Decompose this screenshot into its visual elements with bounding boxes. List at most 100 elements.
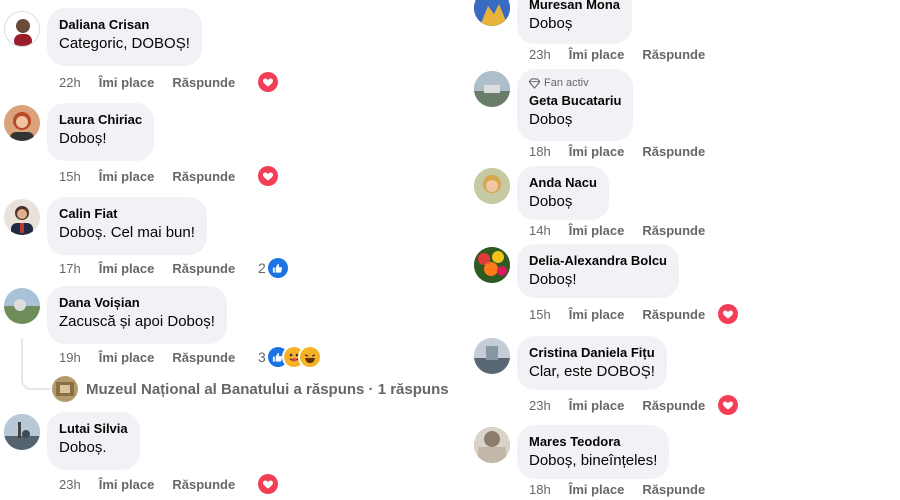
avatar[interactable] <box>474 0 510 26</box>
view-replies-link[interactable]: Muzeul Național al Banatului a răspuns ·… <box>52 376 449 402</box>
comment-time[interactable]: 23h <box>59 477 81 492</box>
like-button[interactable]: Îmi place <box>569 47 625 62</box>
comment-actions: 17h Îmi place Răspunde <box>59 258 235 278</box>
comment-bubble: Daliana Crisan Categoric, DOBOȘ! <box>47 8 202 66</box>
avatar[interactable] <box>4 199 40 235</box>
comment-time[interactable]: 19h <box>59 350 81 365</box>
comment-bubble: Calin Fiat Doboș. Cel mai bun! <box>47 197 207 255</box>
comment-actions: 18h Îmi place Răspunde <box>529 141 705 161</box>
comment-text: Doboș <box>529 111 573 128</box>
comment-text: Doboș! <box>529 271 577 288</box>
avatar[interactable] <box>4 11 40 47</box>
comment-actions: 22h Îmi place Răspunde <box>59 72 235 92</box>
reply-button[interactable]: Răspunde <box>642 47 705 62</box>
comment-text: Categoric, DOBOȘ! <box>59 35 190 52</box>
comment-author[interactable]: Cristina Daniela Fițu <box>529 344 655 361</box>
reactions[interactable] <box>718 395 738 415</box>
avatar[interactable] <box>4 288 40 324</box>
comment-actions: 19h Îmi place Răspunde <box>59 347 235 367</box>
like-button[interactable]: Îmi place <box>99 350 155 365</box>
diamond-icon <box>529 78 540 89</box>
like-button[interactable]: Îmi place <box>569 482 625 497</box>
heart-reaction-icon <box>258 474 278 494</box>
comment-text: Doboș. Cel mai bun! <box>59 224 195 241</box>
reply-button[interactable]: Răspunde <box>642 482 705 497</box>
reactions[interactable]: 3 <box>258 347 320 367</box>
comment-author[interactable]: Geta Bucatariu <box>529 92 621 109</box>
comment-bubble: Muresan Mona Doboș <box>517 0 633 44</box>
comment-actions: 18h Îmi place Răspunde <box>529 479 705 499</box>
thread-line <box>21 338 51 390</box>
comment-time[interactable]: 15h <box>59 169 81 184</box>
avatar[interactable] <box>474 168 510 204</box>
comment-time[interactable]: 23h <box>529 398 551 413</box>
comment-text: Doboș. <box>59 439 107 456</box>
avatar[interactable] <box>474 427 510 463</box>
comment-bubble: Cristina Daniela Fițu Clar, este DOBOȘ! <box>517 336 667 390</box>
heart-reaction-icon <box>258 166 278 186</box>
comment-actions: 23h Îmi place Răspunde <box>529 395 705 415</box>
like-button[interactable]: Îmi place <box>569 144 625 159</box>
comment-time[interactable]: 18h <box>529 482 551 497</box>
comment-text: Clar, este DOBOȘ! <box>529 363 655 380</box>
avatar[interactable] <box>474 71 510 107</box>
comment-author[interactable]: Dana Voișian <box>59 294 215 311</box>
comment-text: Doboș <box>529 15 573 32</box>
comment-text: Doboș! <box>59 130 107 147</box>
comment-bubble: Lutai Silvia Doboș. <box>47 412 140 470</box>
comment-text: Doboș, bineînțeles! <box>529 452 658 469</box>
reply-button[interactable]: Răspunde <box>172 261 235 276</box>
comment-author[interactable]: Calin Fiat <box>59 205 195 222</box>
comment-time[interactable]: 15h <box>529 307 551 322</box>
comment-bubble: Mares Teodora Doboș, bineînțeles! <box>517 425 670 479</box>
comment-time[interactable]: 17h <box>59 261 81 276</box>
heart-reaction-icon <box>258 72 278 92</box>
reply-button[interactable]: Răspunde <box>642 223 705 238</box>
reactions[interactable] <box>718 304 738 324</box>
reply-button[interactable]: Răspunde <box>172 477 235 492</box>
like-button[interactable]: Îmi place <box>569 398 625 413</box>
like-button[interactable]: Îmi place <box>569 307 625 322</box>
comment-author[interactable]: Laura Chiriac <box>59 111 142 128</box>
reaction-count: 3 <box>258 349 266 365</box>
reply-button[interactable]: Răspunde <box>172 350 235 365</box>
avatar[interactable] <box>474 247 510 283</box>
like-button[interactable]: Îmi place <box>99 261 155 276</box>
like-reaction-icon <box>267 258 288 278</box>
reactions[interactable] <box>258 474 278 494</box>
fan-badge[interactable]: Fan activ <box>529 77 621 90</box>
like-button[interactable]: Îmi place <box>99 75 155 90</box>
reactions[interactable] <box>258 72 278 92</box>
comment-actions: 23h Îmi place Răspunde <box>59 474 235 494</box>
comment-text: Doboș <box>529 193 573 210</box>
comment-author[interactable]: Muresan Mona <box>529 0 620 13</box>
reply-button[interactable]: Răspunde <box>642 144 705 159</box>
avatar <box>52 376 78 402</box>
comment-time[interactable]: 22h <box>59 75 81 90</box>
reactions[interactable] <box>258 166 278 186</box>
comment-time[interactable]: 18h <box>529 144 551 159</box>
reply-button[interactable]: Răspunde <box>642 398 705 413</box>
avatar[interactable] <box>474 338 510 374</box>
like-button[interactable]: Îmi place <box>99 169 155 184</box>
reactions[interactable]: 2 <box>258 258 288 278</box>
comment-author[interactable]: Lutai Silvia <box>59 420 128 437</box>
avatar[interactable] <box>4 105 40 141</box>
comment-actions: 15h Îmi place Răspunde <box>59 166 235 186</box>
heart-reaction-icon <box>718 395 738 415</box>
reply-button[interactable]: Răspunde <box>642 307 705 322</box>
like-button[interactable]: Îmi place <box>569 223 625 238</box>
comment-author[interactable]: Delia-Alexandra Bolcu <box>529 252 667 269</box>
comment-time[interactable]: 14h <box>529 223 551 238</box>
comment-author[interactable]: Mares Teodora <box>529 433 657 450</box>
like-button[interactable]: Îmi place <box>99 477 155 492</box>
comment-author[interactable]: Daliana Crisan <box>59 16 190 33</box>
comment-text: Zacuscă și apoi Doboș! <box>59 313 215 330</box>
comment-author[interactable]: Anda Nacu <box>529 174 597 191</box>
comment-actions: 23h Îmi place Răspunde <box>529 44 705 64</box>
comment-bubble: Anda Nacu Doboș <box>517 166 609 220</box>
avatar[interactable] <box>4 414 40 450</box>
reply-button[interactable]: Răspunde <box>172 75 235 90</box>
comment-time[interactable]: 23h <box>529 47 551 62</box>
reply-button[interactable]: Răspunde <box>172 169 235 184</box>
